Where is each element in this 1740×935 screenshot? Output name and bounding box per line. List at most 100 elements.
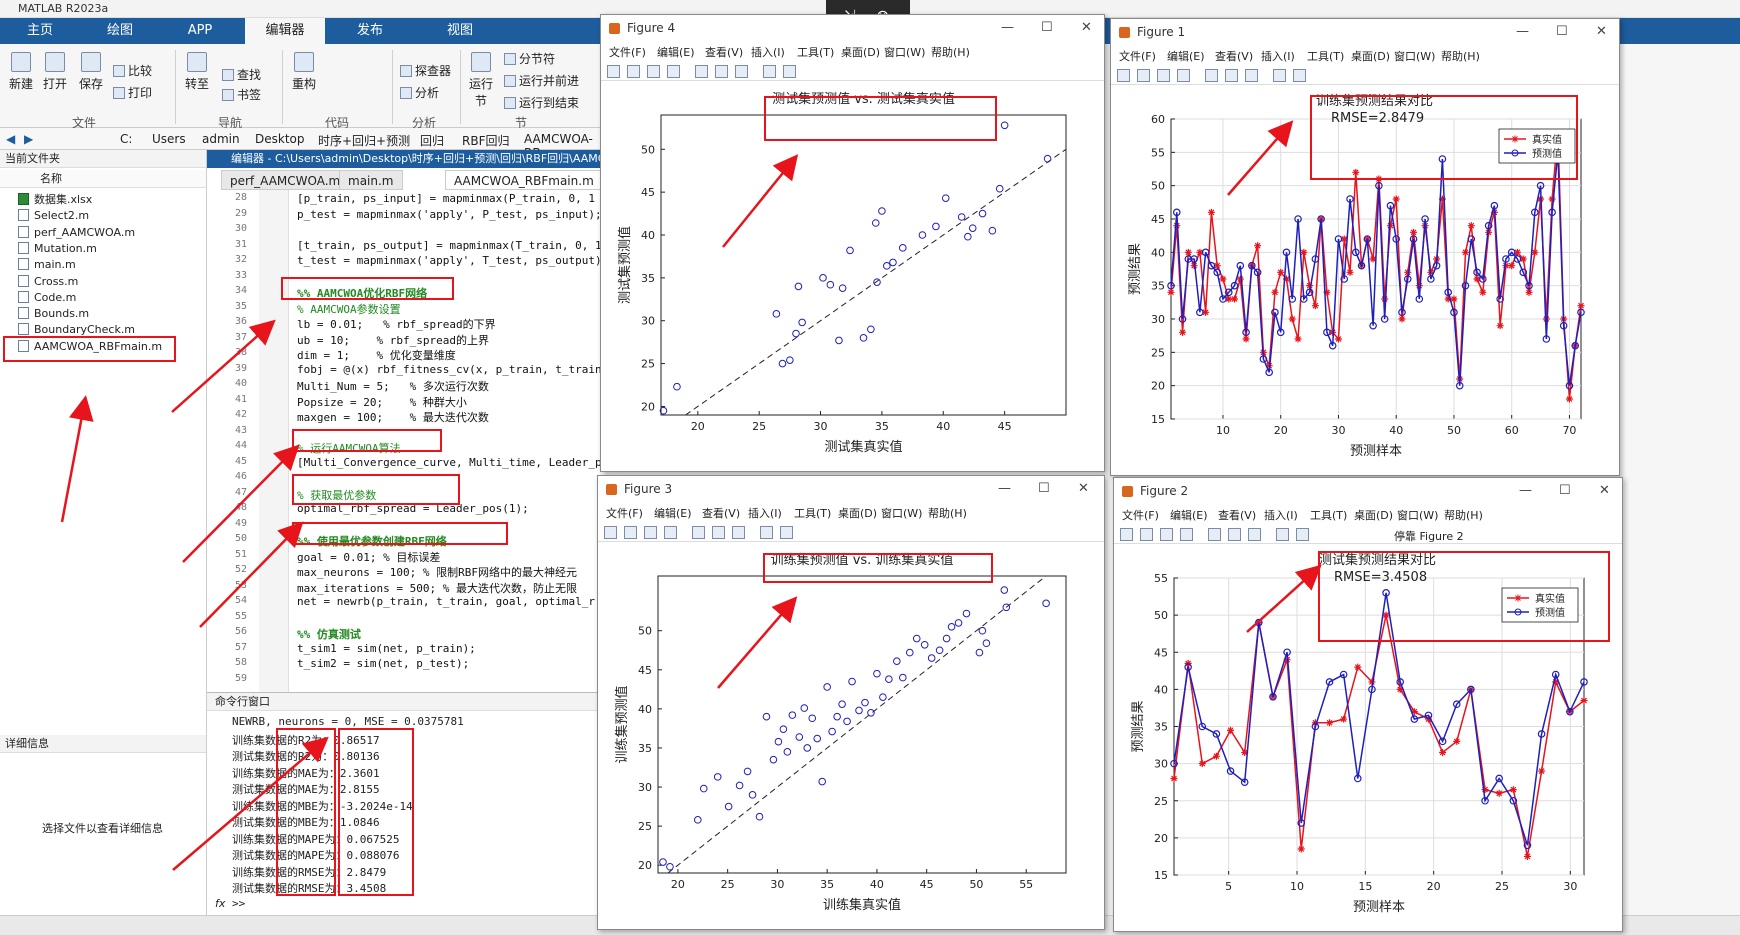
code-line[interactable]: Popsize = 20; % 种群大小 [297, 394, 467, 410]
breadcrumb-drive[interactable]: C: [120, 132, 132, 146]
save-icon[interactable] [1157, 69, 1170, 82]
menu-item[interactable]: 查看(V) [702, 505, 740, 521]
new-figure-icon[interactable] [607, 65, 620, 78]
print-icon[interactable] [667, 65, 680, 78]
menu-item[interactable]: 帮助(H) [931, 44, 970, 60]
back-arrow-icon[interactable]: ◀ [6, 132, 15, 146]
command-prompt[interactable]: >> [232, 897, 245, 910]
code-line[interactable]: t_test = mapminmax('apply', T_test, ps_o… [297, 254, 602, 267]
menu-item[interactable]: 文件(F) [609, 44, 646, 60]
menu-item[interactable]: 文件(F) [1119, 48, 1156, 64]
tab-editor[interactable]: 编辑器 [245, 18, 325, 44]
menu-item[interactable]: 文件(F) [1122, 507, 1159, 523]
colorbar-icon[interactable] [1228, 528, 1241, 541]
breadcrumb[interactable]: admin [202, 132, 240, 146]
code-line[interactable]: p_test = mapminmax('apply', P_test, ps_i… [297, 208, 602, 221]
property-inspector-icon[interactable] [1293, 69, 1306, 82]
code-line[interactable]: dim = 1; % 优化变量维度 [297, 347, 456, 363]
tab-plots[interactable]: 绘图 [90, 18, 150, 44]
pointer-icon[interactable] [1273, 69, 1286, 82]
code-line[interactable]: fobj = @(x) rbf_fitness_cv(x, p_train, t… [297, 363, 602, 376]
figure-window[interactable]: Figure 3 — ☐ ✕ 文件(F) 编辑(E) 查看(V) 插入(I) 工具(T)… [597, 475, 1105, 930]
breadcrumb[interactable]: 回归 [420, 132, 444, 149]
menu-item[interactable]: 文件(F) [606, 505, 643, 521]
link-icon[interactable] [692, 526, 705, 539]
list-item[interactable]: Bounds.m [18, 306, 89, 321]
compare-button[interactable]: 比较 [113, 62, 152, 79]
minimize-icon[interactable]: — [1516, 19, 1529, 45]
save-icon[interactable] [644, 526, 657, 539]
open-icon[interactable] [1140, 528, 1153, 541]
name-column-header[interactable]: 名称 [0, 170, 206, 188]
menu-item[interactable]: 工具(T) [797, 44, 834, 60]
save-icon[interactable] [1160, 528, 1173, 541]
menu-item[interactable]: 查看(V) [705, 44, 743, 60]
legend-icon[interactable] [732, 526, 745, 539]
forward-arrow-icon[interactable]: ▶ [24, 132, 33, 146]
pointer-icon[interactable] [763, 65, 776, 78]
menu-item[interactable]: 工具(T) [1307, 48, 1344, 64]
maximize-icon[interactable]: ☐ [1559, 478, 1571, 504]
close-icon[interactable]: ✕ [1596, 19, 1607, 45]
code-line[interactable]: [p_train, ps_input] = mapminmax(P_train,… [297, 192, 595, 205]
colorbar-icon[interactable] [715, 65, 728, 78]
breadcrumb[interactable]: Desktop [255, 132, 305, 146]
address-bar[interactable]: ◀ ▶ C: Users admin Desktop 时序+回归+预测 回归 R… [0, 128, 605, 160]
open-icon[interactable] [627, 65, 640, 78]
code-line[interactable]: maxgen = 100; % 最大迭代次数 [297, 409, 489, 425]
code-line[interactable]: goal = 0.01; % 目标误差 [297, 549, 440, 565]
code-line[interactable]: t_sim2 = sim(net, p_test); [297, 657, 469, 670]
close-icon[interactable]: ✕ [1081, 15, 1092, 41]
section-break-button[interactable]: 分节符 [504, 50, 555, 67]
analyze-button[interactable]: 分析 [400, 84, 439, 101]
property-inspector-icon[interactable] [1296, 528, 1309, 541]
code-line[interactable]: Multi_Num = 5; % 多次运行次数 [297, 378, 489, 394]
run-section-button[interactable]: 运行节 [466, 52, 496, 109]
pointer-icon[interactable] [760, 526, 773, 539]
new-button[interactable]: 新建 [6, 52, 36, 92]
menu-item[interactable]: 插入(I) [1264, 507, 1298, 523]
menu-item[interactable]: 编辑(E) [657, 44, 695, 60]
print-icon[interactable] [1177, 69, 1190, 82]
goto-button[interactable]: 转至 [182, 52, 212, 92]
colorbar-icon[interactable] [1225, 69, 1238, 82]
menu-item[interactable]: 插入(I) [748, 505, 782, 521]
code-line[interactable]: t_sim1 = sim(net, p_train); [297, 642, 476, 655]
refactor-button[interactable]: 重构 [288, 52, 320, 92]
code-line[interactable]: % AAMCWOA参数设置 [297, 301, 401, 317]
maximize-icon[interactable]: ☐ [1041, 15, 1053, 41]
open-button[interactable]: 打开 [40, 52, 70, 92]
tab-home[interactable]: 主页 [10, 18, 70, 44]
list-item[interactable]: Code.m [18, 290, 76, 305]
legend-icon[interactable] [1245, 69, 1258, 82]
tab-publish[interactable]: 发布 [340, 18, 400, 44]
open-icon[interactable] [1137, 69, 1150, 82]
figure-window[interactable]: Figure 1 — ☐ ✕ 文件(F) 编辑(E) 查看(V) 插入(I) 工具(T)… [1110, 18, 1620, 476]
open-icon[interactable] [624, 526, 637, 539]
list-item[interactable]: main.m [18, 257, 76, 272]
breadcrumb[interactable]: Users [152, 132, 186, 146]
bookmark-button[interactable]: 书签 [222, 86, 261, 103]
code-line[interactable]: [t_train, ps_output] = mapminmax(T_train… [297, 239, 602, 252]
menu-item[interactable]: 编辑(E) [1167, 48, 1205, 64]
code-line[interactable]: [Multi_Convergence_curve, Multi_time, Le… [297, 456, 602, 469]
breadcrumb[interactable]: RBF回归 [462, 132, 509, 149]
profiler-button[interactable]: 探查器 [400, 62, 451, 79]
find-button[interactable]: 查找 [222, 66, 261, 83]
list-item[interactable]: 数据集.xlsx [18, 192, 92, 207]
list-item[interactable]: perf_AAMCWOA.m [18, 225, 135, 240]
code-line[interactable]: lb = 0.01; % rbf_spread的下界 [297, 316, 496, 332]
legend-icon[interactable] [735, 65, 748, 78]
tab-aamcwoa-rbfmain[interactable]: AAMCWOA_RBFmain.m [445, 170, 603, 190]
new-figure-icon[interactable] [1120, 528, 1133, 541]
code-line[interactable]: max_neurons = 100; % 限制RBF网络中的最大神经元 [297, 564, 577, 580]
property-inspector-icon[interactable] [783, 65, 796, 78]
pointer-icon[interactable] [1276, 528, 1289, 541]
tab-apps[interactable]: APP [170, 18, 230, 44]
menu-item[interactable]: 桌面(D) [838, 505, 877, 521]
menu-item[interactable]: 帮助(H) [1441, 48, 1480, 64]
print-button[interactable]: 打印 [113, 84, 152, 101]
menu-item[interactable]: 编辑(E) [1170, 507, 1208, 523]
menu-item[interactable]: 窗口(W) [884, 44, 925, 60]
menu-item[interactable]: 桌面(D) [841, 44, 880, 60]
